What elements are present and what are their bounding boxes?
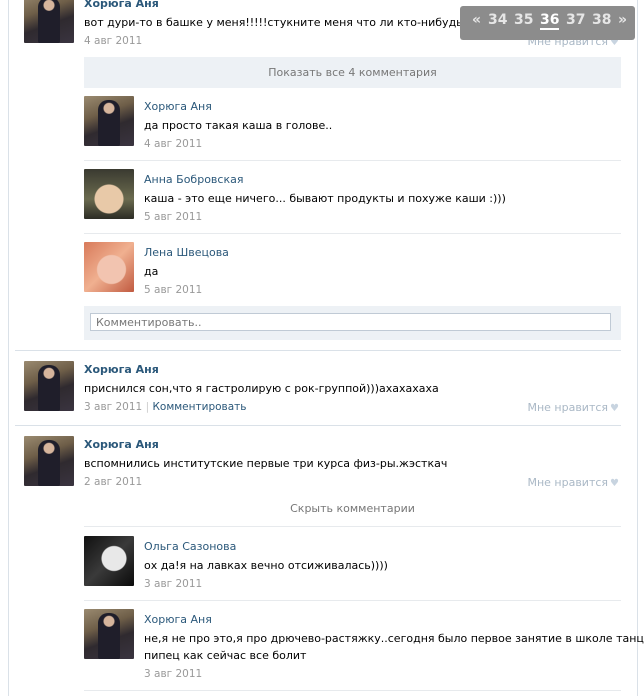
comment-link[interactable]: Комментировать	[152, 401, 246, 413]
heart-icon: ♥	[610, 478, 619, 489]
comment-date[interactable]: 3 авг 2011	[144, 668, 202, 680]
avatar[interactable]	[24, 361, 74, 411]
comment-avatar[interactable]	[84, 96, 134, 146]
avatar[interactable]	[24, 436, 74, 486]
page-link[interactable]: 34	[488, 12, 507, 28]
comment-text: ох да!я на лавках вечно отсиживалась))))	[144, 559, 388, 572]
divider	[84, 526, 621, 527]
prev-page-icon[interactable]: «	[472, 12, 481, 28]
pagination: « 34 35 36 37 38 »	[460, 6, 635, 40]
avatar[interactable]	[24, 0, 74, 43]
comment-author[interactable]: Хорюга Аня	[144, 613, 212, 626]
comment-date[interactable]: 5 авг 2011	[144, 284, 202, 296]
comment-text-line: не,я не про это,я про дрючево-растяжку..…	[144, 632, 644, 645]
post-text: вспомнились институтские первые три курс…	[84, 457, 448, 470]
comment-form: Комментировать..	[84, 306, 621, 340]
comment-text: каша - это еще ничего... бывают продукты…	[144, 192, 506, 205]
page-current: 36	[540, 12, 560, 30]
comment-avatar[interactable]	[84, 242, 134, 292]
post-author[interactable]: Хорюга Аня	[84, 0, 159, 10]
comment-date[interactable]: 3 авг 2011	[144, 578, 202, 590]
post-date[interactable]: 2 авг 2011	[84, 476, 142, 488]
comment-date[interactable]: 5 авг 2011	[144, 211, 202, 223]
page-link[interactable]: 38	[592, 12, 611, 28]
post-divider	[15, 350, 621, 351]
divider	[84, 160, 621, 161]
comment-author[interactable]: Хорюга Аня	[144, 100, 212, 113]
like-button[interactable]: Мне нравится ♥	[527, 476, 619, 489]
post-date-row: 3 авг 2011 | Комментировать	[84, 401, 246, 413]
divider	[84, 600, 621, 601]
page-link[interactable]: 35	[514, 12, 533, 28]
page-link[interactable]: 37	[566, 12, 585, 28]
divider	[84, 690, 621, 691]
comment-avatar[interactable]	[84, 536, 134, 586]
like-label: Мне нравится	[527, 476, 609, 489]
comment-author[interactable]: Анна Бобровская	[144, 173, 243, 186]
comment-avatar[interactable]	[84, 609, 134, 659]
post-text: вот дури-то в башке у меня!!!!!стукните …	[84, 16, 472, 29]
heart-icon: ♥	[610, 403, 619, 414]
comment-author[interactable]: Ольга Сазонова	[144, 540, 236, 553]
post-author[interactable]: Хорюга Аня	[84, 363, 159, 376]
comment-text: да	[144, 265, 159, 278]
comment-text: да просто такая каша в голове..	[144, 119, 333, 132]
hide-comments-button[interactable]: Скрыть комментарии	[84, 502, 621, 515]
post-author[interactable]: Хорюга Аня	[84, 438, 159, 451]
post-text: приснился сон,что я гастролирую с рок-гр…	[84, 382, 439, 395]
comment-input[interactable]: Комментировать..	[90, 313, 611, 331]
separator: |	[145, 401, 150, 413]
like-button[interactable]: Мне нравится ♥	[527, 401, 619, 414]
comment-avatar[interactable]	[84, 169, 134, 219]
like-label: Мне нравится	[527, 401, 609, 414]
show-all-comments-button[interactable]: Показать все 4 комментария	[84, 57, 621, 88]
post-divider	[15, 425, 621, 426]
post-date[interactable]: 4 авг 2011	[84, 35, 142, 47]
divider	[84, 233, 621, 234]
comment-date[interactable]: 4 авг 2011	[144, 138, 202, 150]
comment-text-line: пипец как сейчас все болит	[144, 649, 307, 662]
post-date[interactable]: 3 авг 2011	[84, 401, 142, 413]
comment-author[interactable]: Лена Швецова	[144, 246, 229, 259]
next-page-icon[interactable]: »	[618, 12, 627, 28]
